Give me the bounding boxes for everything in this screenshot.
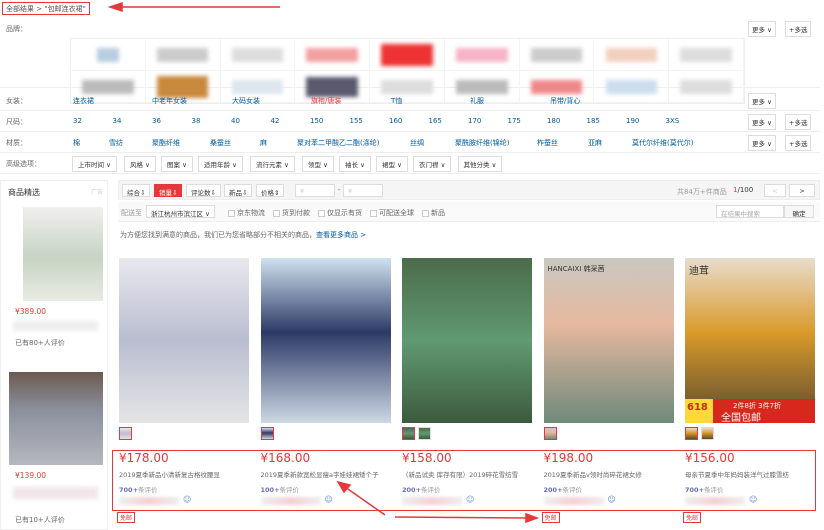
arrow-head [107, 1, 123, 13]
arrow-line [394, 516, 529, 519]
free-shipping-badge: 免邮 [541, 512, 560, 523]
arrow-head [336, 480, 352, 494]
annotation-arrows [107, 1, 540, 524]
free-shipping-badge: 免邮 [117, 512, 136, 523]
arrow-line [344, 486, 386, 516]
free-shipping-badge: 免邮 [683, 512, 702, 523]
arrow-head [525, 512, 540, 524]
